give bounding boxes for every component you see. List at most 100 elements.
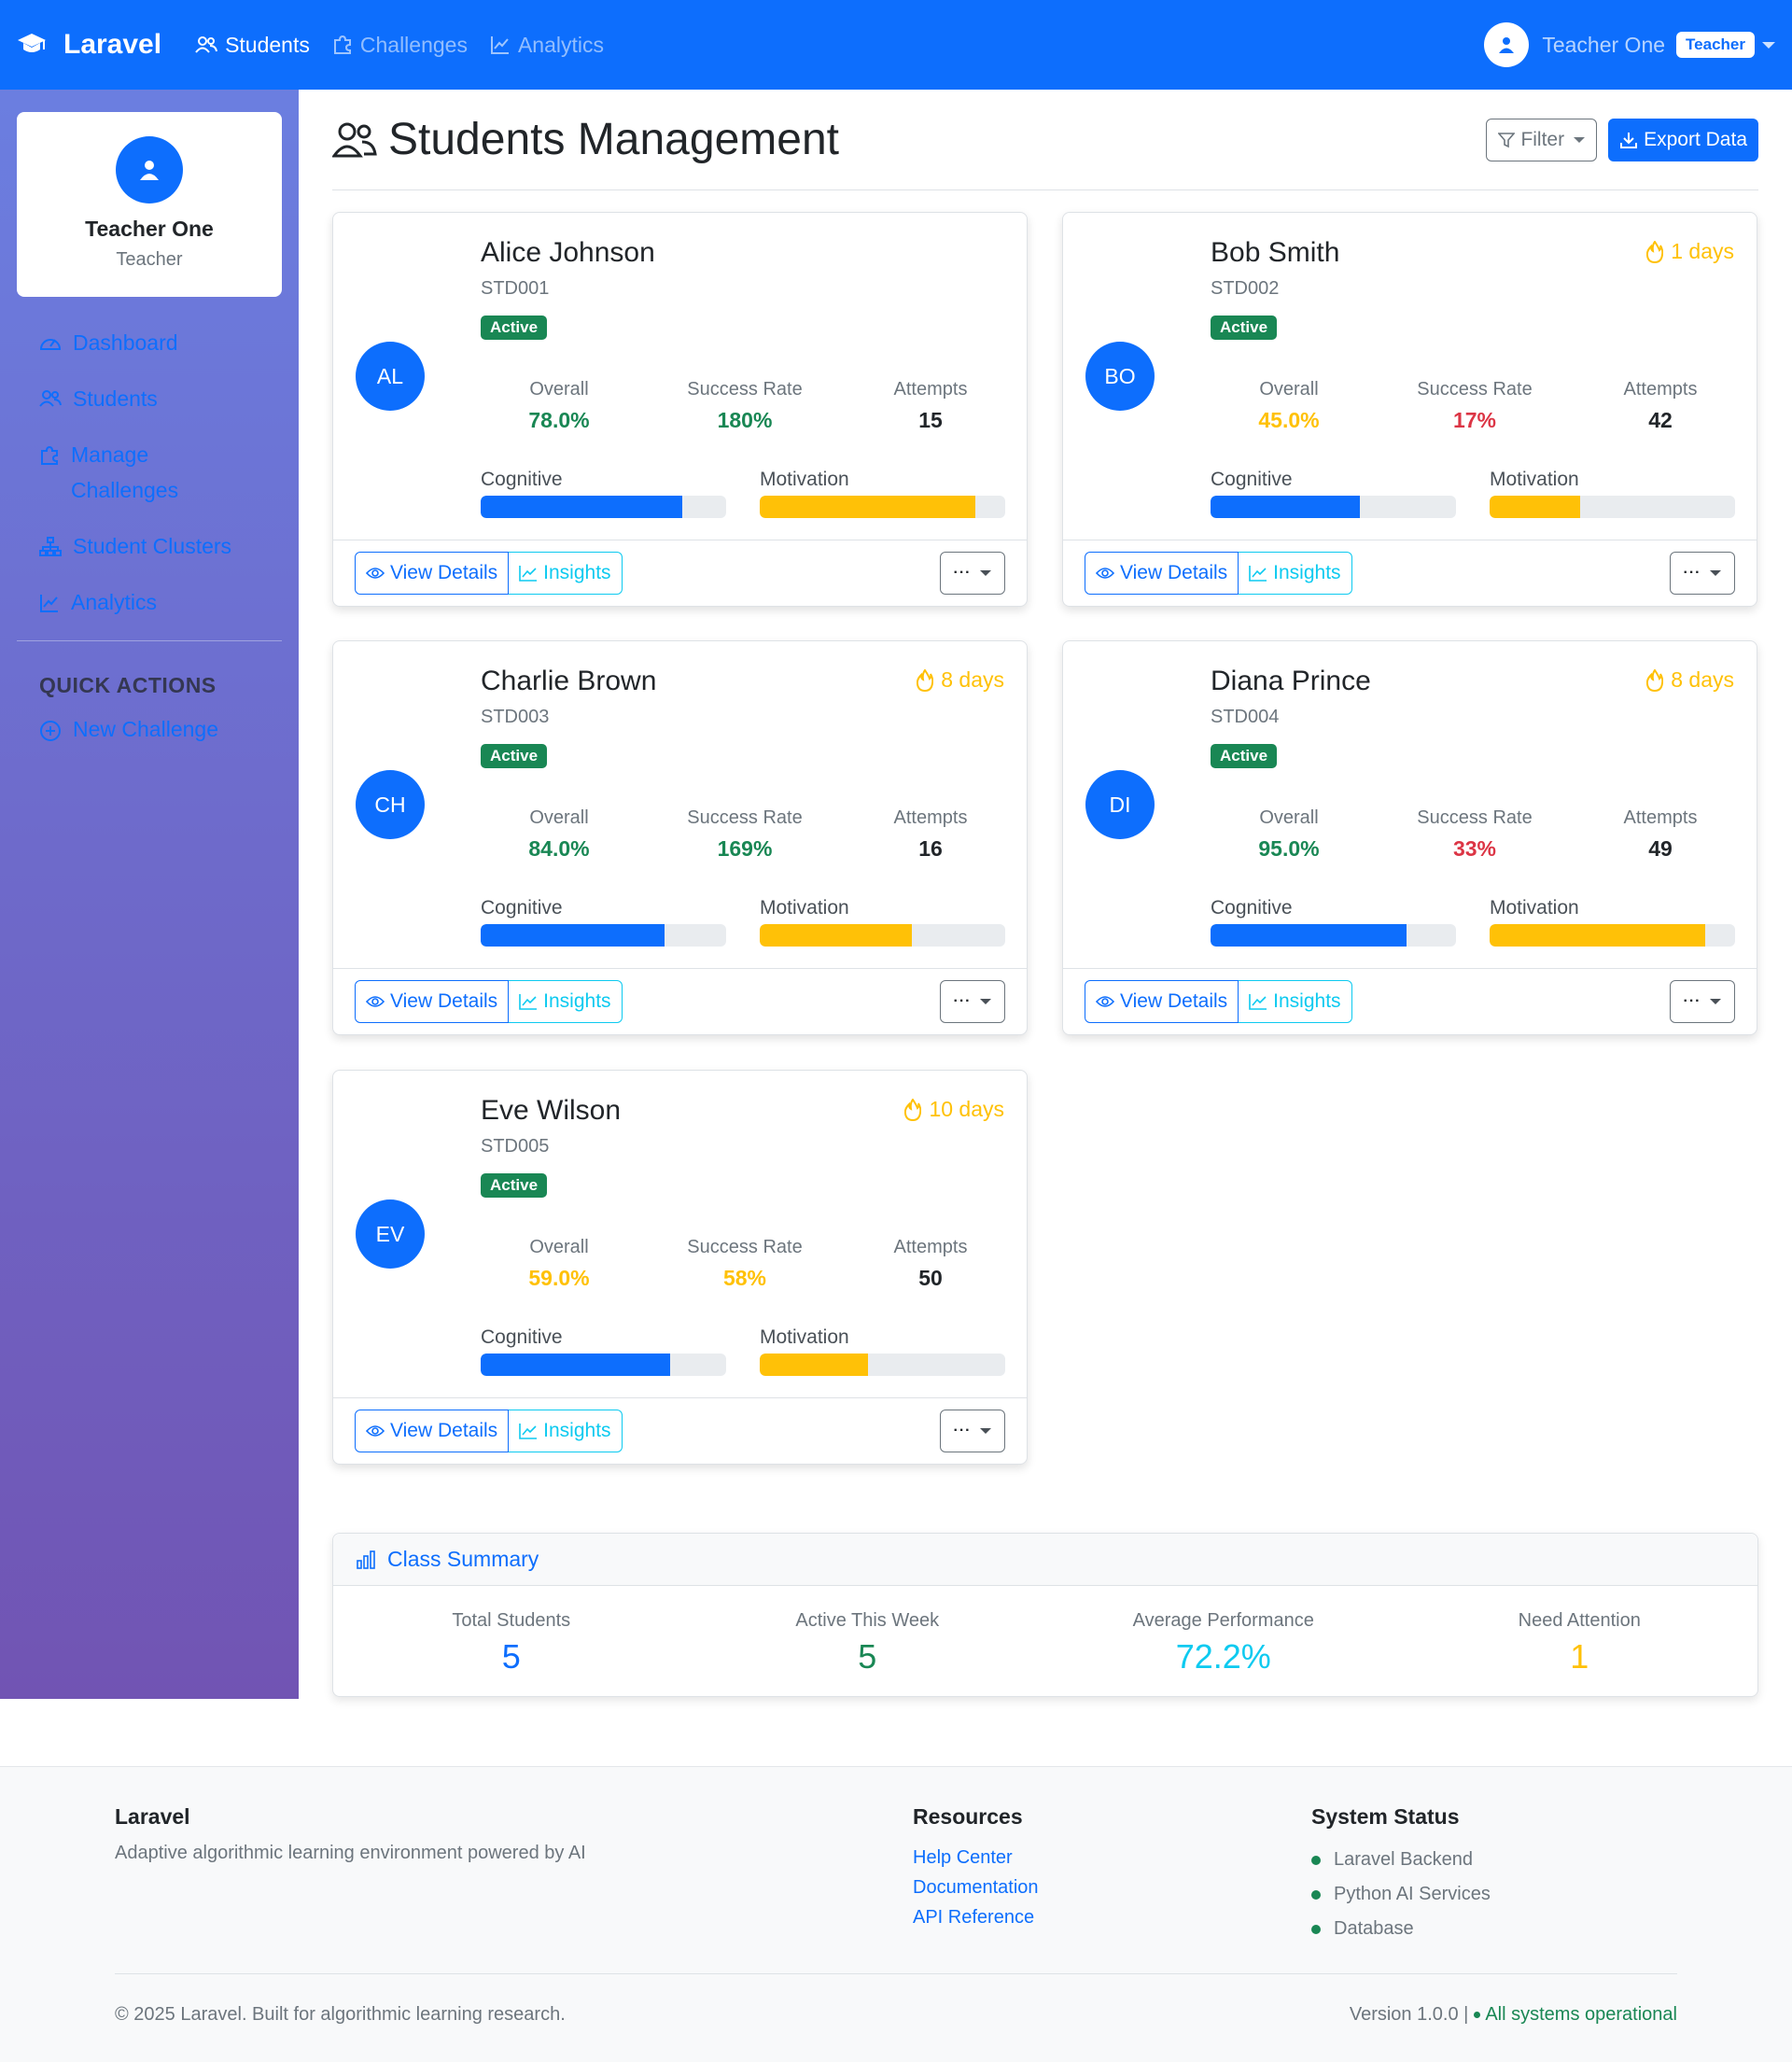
more-dots-icon: ··· <box>953 565 972 581</box>
motivation-label: Motivation <box>1490 897 1579 919</box>
footer-divider <box>115 1973 1677 1974</box>
status-label: Database <box>1334 1918 1414 1939</box>
puzzle-icon <box>41 445 58 465</box>
cognitive-progress-bar <box>1211 496 1456 518</box>
stat-label: Attempts <box>893 807 968 828</box>
nav-students[interactable]: Students <box>195 33 310 58</box>
insights-button[interactable]: Insights <box>509 1410 623 1452</box>
insights-button[interactable]: Insights <box>1239 552 1352 595</box>
student-avatar: EV <box>356 1199 425 1269</box>
more-options-button[interactable]: ··· <box>940 1410 1005 1452</box>
stat-label: Attempts <box>893 379 968 400</box>
chevron-down-icon <box>1574 136 1586 143</box>
student-name: Charlie Brown <box>481 666 657 696</box>
stat-value: 169% <box>717 836 773 861</box>
insights-button[interactable]: Insights <box>509 980 623 1023</box>
eye-icon <box>366 568 385 579</box>
stat-label: Success Rate <box>687 1237 803 1257</box>
summary-label: Need Attention <box>1518 1610 1641 1631</box>
view-details-button[interactable]: View Details <box>1085 552 1239 595</box>
sidebar-item-student-clusters[interactable]: Student Clusters <box>39 528 259 564</box>
cognitive-progress-bar <box>481 924 726 947</box>
card-footer: View Details Insights ··· <box>333 1397 1027 1464</box>
more-options-button[interactable]: ··· <box>1670 552 1735 595</box>
cognitive-progress-fill <box>1211 496 1361 518</box>
summary-label: Average Performance <box>1132 1610 1314 1631</box>
view-details-button[interactable]: View Details <box>355 552 510 595</box>
footer-description: Adaptive algorithmic learning environmen… <box>115 1843 586 1863</box>
cognitive-progress-fill <box>481 924 665 947</box>
card-actions: View Details Insights <box>1085 552 1352 595</box>
sidebar-item-dashboard[interactable]: Dashboard <box>39 325 259 360</box>
stat-label: Success Rate <box>1417 807 1533 828</box>
status-item: Python AI Services <box>1311 1877 1491 1912</box>
status-badge: Active <box>481 1173 548 1198</box>
view-details-button[interactable]: View Details <box>1085 980 1239 1023</box>
cognitive-progress-fill <box>481 496 682 518</box>
student-avatar: AL <box>356 342 425 411</box>
view-details-label: View Details <box>390 1420 498 1441</box>
download-icon <box>1620 132 1638 148</box>
operational-text: All systems operational <box>1485 2004 1677 2025</box>
summary-value: 1 <box>1570 1637 1589 1676</box>
cognitive-progress-bar <box>481 496 726 518</box>
student-card: BO Bob Smith STD002 Active 1 days Overall 45.0… <box>1062 212 1757 607</box>
more-options-button[interactable]: ··· <box>940 980 1005 1023</box>
more-options-button[interactable]: ··· <box>1670 980 1735 1023</box>
new-challenge-link[interactable]: New Challenge <box>39 711 259 747</box>
student-avatar: CH <box>356 770 425 839</box>
insights-button[interactable]: Insights <box>509 552 623 595</box>
streak-indicator: 1 days <box>1646 239 1734 264</box>
sidebar-item-manage-challenges[interactable]: Manage Challenges <box>39 437 259 508</box>
sidebar-item-label: Analytics <box>71 590 158 614</box>
footer-brand: Laravel <box>115 1804 190 1829</box>
profile-role: Teacher <box>116 249 183 270</box>
profile-name: Teacher One <box>85 217 214 241</box>
insights-label: Insights <box>543 1420 611 1441</box>
student-card: AL Alice Johnson STD001 Active Overall 78.0% S… <box>332 212 1028 607</box>
speedometer-icon <box>39 339 62 350</box>
export-data-button[interactable]: Export Data <box>1608 118 1758 161</box>
sidebar: Teacher One Teacher Dashboard Students M… <box>0 90 299 1699</box>
api-reference-link[interactable]: API Reference <box>913 1902 1039 1932</box>
status-label: Laravel Backend <box>1334 1849 1473 1870</box>
graph-icon <box>40 595 58 612</box>
chevron-down-icon <box>980 570 992 576</box>
stat-success-rate: Success Rate 169% <box>651 807 838 862</box>
student-id: STD001 <box>481 278 550 299</box>
student-name: Alice Johnson <box>481 237 655 268</box>
stat-label: Overall <box>529 807 589 828</box>
stat-attempts: Attempts 49 <box>1567 807 1754 862</box>
summary-average-performance: Average Performance 72.2% <box>1045 1586 1402 1698</box>
footer-about: Laravel Adaptive algorithmic learning en… <box>115 1804 586 1864</box>
documentation-link[interactable]: Documentation <box>913 1873 1039 1902</box>
brand[interactable]: Laravel <box>17 29 161 61</box>
nav-challenges[interactable]: Challenges <box>332 33 468 58</box>
view-details-button[interactable]: View Details <box>355 1410 510 1452</box>
sidebar-item-students[interactable]: Students <box>39 381 259 416</box>
more-options-button[interactable]: ··· <box>940 552 1005 595</box>
stat-overall: Overall 78.0% <box>466 379 652 433</box>
nav-analytics[interactable]: Analytics <box>490 33 604 58</box>
motivation-progress-fill <box>1490 924 1706 947</box>
cognitive-label: Cognitive <box>1211 469 1293 490</box>
streak-text: 1 days <box>1671 239 1734 263</box>
stat-value: 59.0% <box>528 1266 590 1290</box>
insights-button[interactable]: Insights <box>1239 980 1352 1023</box>
view-details-button[interactable]: View Details <box>355 980 510 1023</box>
stat-label: Success Rate <box>687 807 803 828</box>
cognitive-progress-fill <box>1211 924 1407 947</box>
streak-indicator: 8 days <box>1646 667 1734 693</box>
filter-button[interactable]: Filter <box>1486 118 1598 161</box>
graph-icon <box>519 566 538 582</box>
sidebar-item-analytics[interactable]: Analytics <box>39 584 259 620</box>
header-actions: Filter Export Data <box>1486 118 1758 161</box>
motivation-progress-fill <box>760 1354 868 1376</box>
puzzle-icon <box>333 35 351 54</box>
student-avatar: BO <box>1085 342 1155 411</box>
help-center-link[interactable]: Help Center <box>913 1843 1039 1873</box>
people-icon <box>39 390 62 407</box>
sidebar-nav: Dashboard Students Manage Challenges Stu… <box>17 325 282 620</box>
stat-success-rate: Success Rate 58% <box>651 1237 838 1291</box>
user-menu[interactable]: Teacher One Teacher <box>1484 22 1775 67</box>
